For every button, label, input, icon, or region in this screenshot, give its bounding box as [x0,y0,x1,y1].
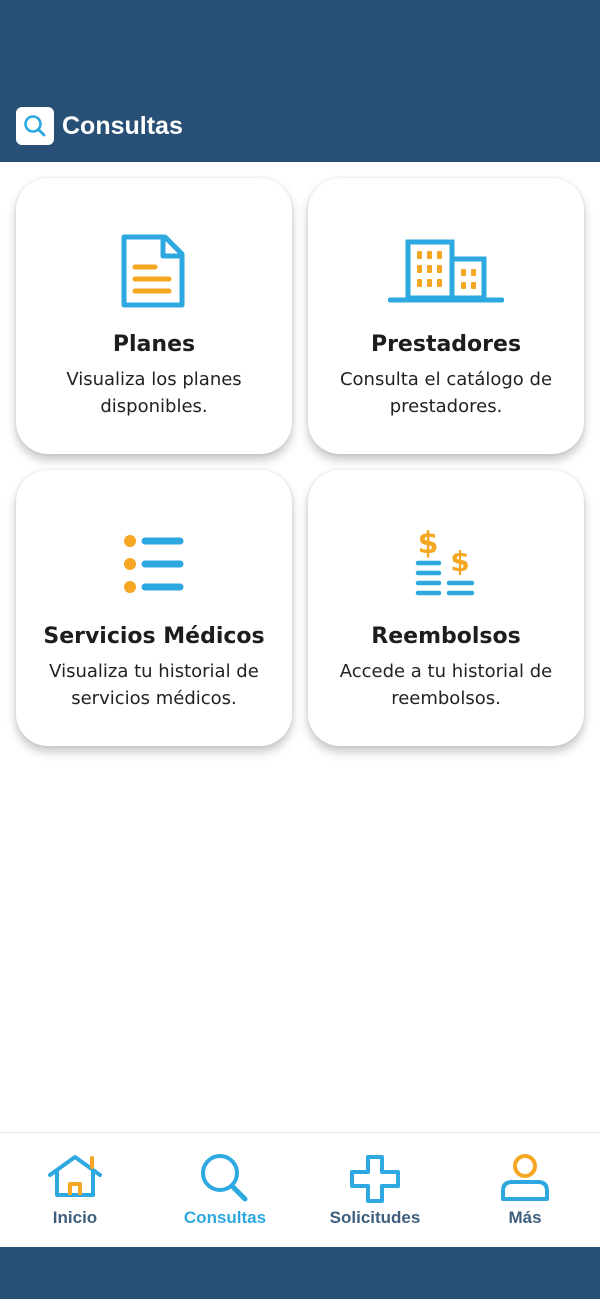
user-icon [450,1153,600,1205]
money-stack-icon: $ $ [308,522,584,606]
header-title-group: Consultas [16,107,183,145]
card-servicios-medicos[interactable]: Servicios Médicos Visualiza tu historial… [16,470,292,746]
card-description: Accede a tu historial de reembolsos. [339,661,553,709]
card-planes[interactable]: Planes Visualiza los planes disponibles. [16,178,292,454]
page-title: Consultas [62,111,183,140]
tab-label: Consultas [183,1208,267,1227]
card-title: Reembolsos [371,624,521,649]
search-icon [150,1153,300,1205]
buildings-icon [308,230,584,314]
tab-consultas[interactable]: Consultas [150,1133,300,1247]
tab-mas[interactable]: Más [450,1133,600,1247]
svg-text:$: $ [450,545,469,578]
card-title: Prestadores [370,332,522,357]
tab-inicio[interactable]: Inicio [0,1133,150,1247]
tab-label: Solicitudes [329,1208,421,1227]
home-icon [0,1153,150,1205]
tab-solicitudes[interactable]: Solicitudes [300,1133,450,1247]
list-icon [16,522,292,606]
card-title: Planes [112,332,196,357]
document-icon [16,230,292,314]
bottom-bar [0,1247,600,1299]
tab-label: Inicio [52,1208,98,1227]
header-bar: Consultas [0,0,600,162]
tab-label: Más [508,1208,542,1227]
card-prestadores[interactable]: Prestadores Consulta el catálogo de pres… [308,178,584,454]
card-description: Visualiza tu historial de servicios médi… [49,661,259,709]
search-icon [16,107,54,145]
tab-bar: Inicio Consultas Solicitudes Más [0,1132,600,1247]
card-reembolsos[interactable]: $ $ Reembolsos Accede a tu historial de … [308,470,584,746]
svg-text:$: $ [418,526,439,561]
card-description: Consulta el catálogo de prestadores. [339,369,553,417]
card-description: Visualiza los planes disponibles. [66,369,242,417]
card-title: Servicios Médicos [43,624,265,649]
plus-icon [300,1153,450,1205]
